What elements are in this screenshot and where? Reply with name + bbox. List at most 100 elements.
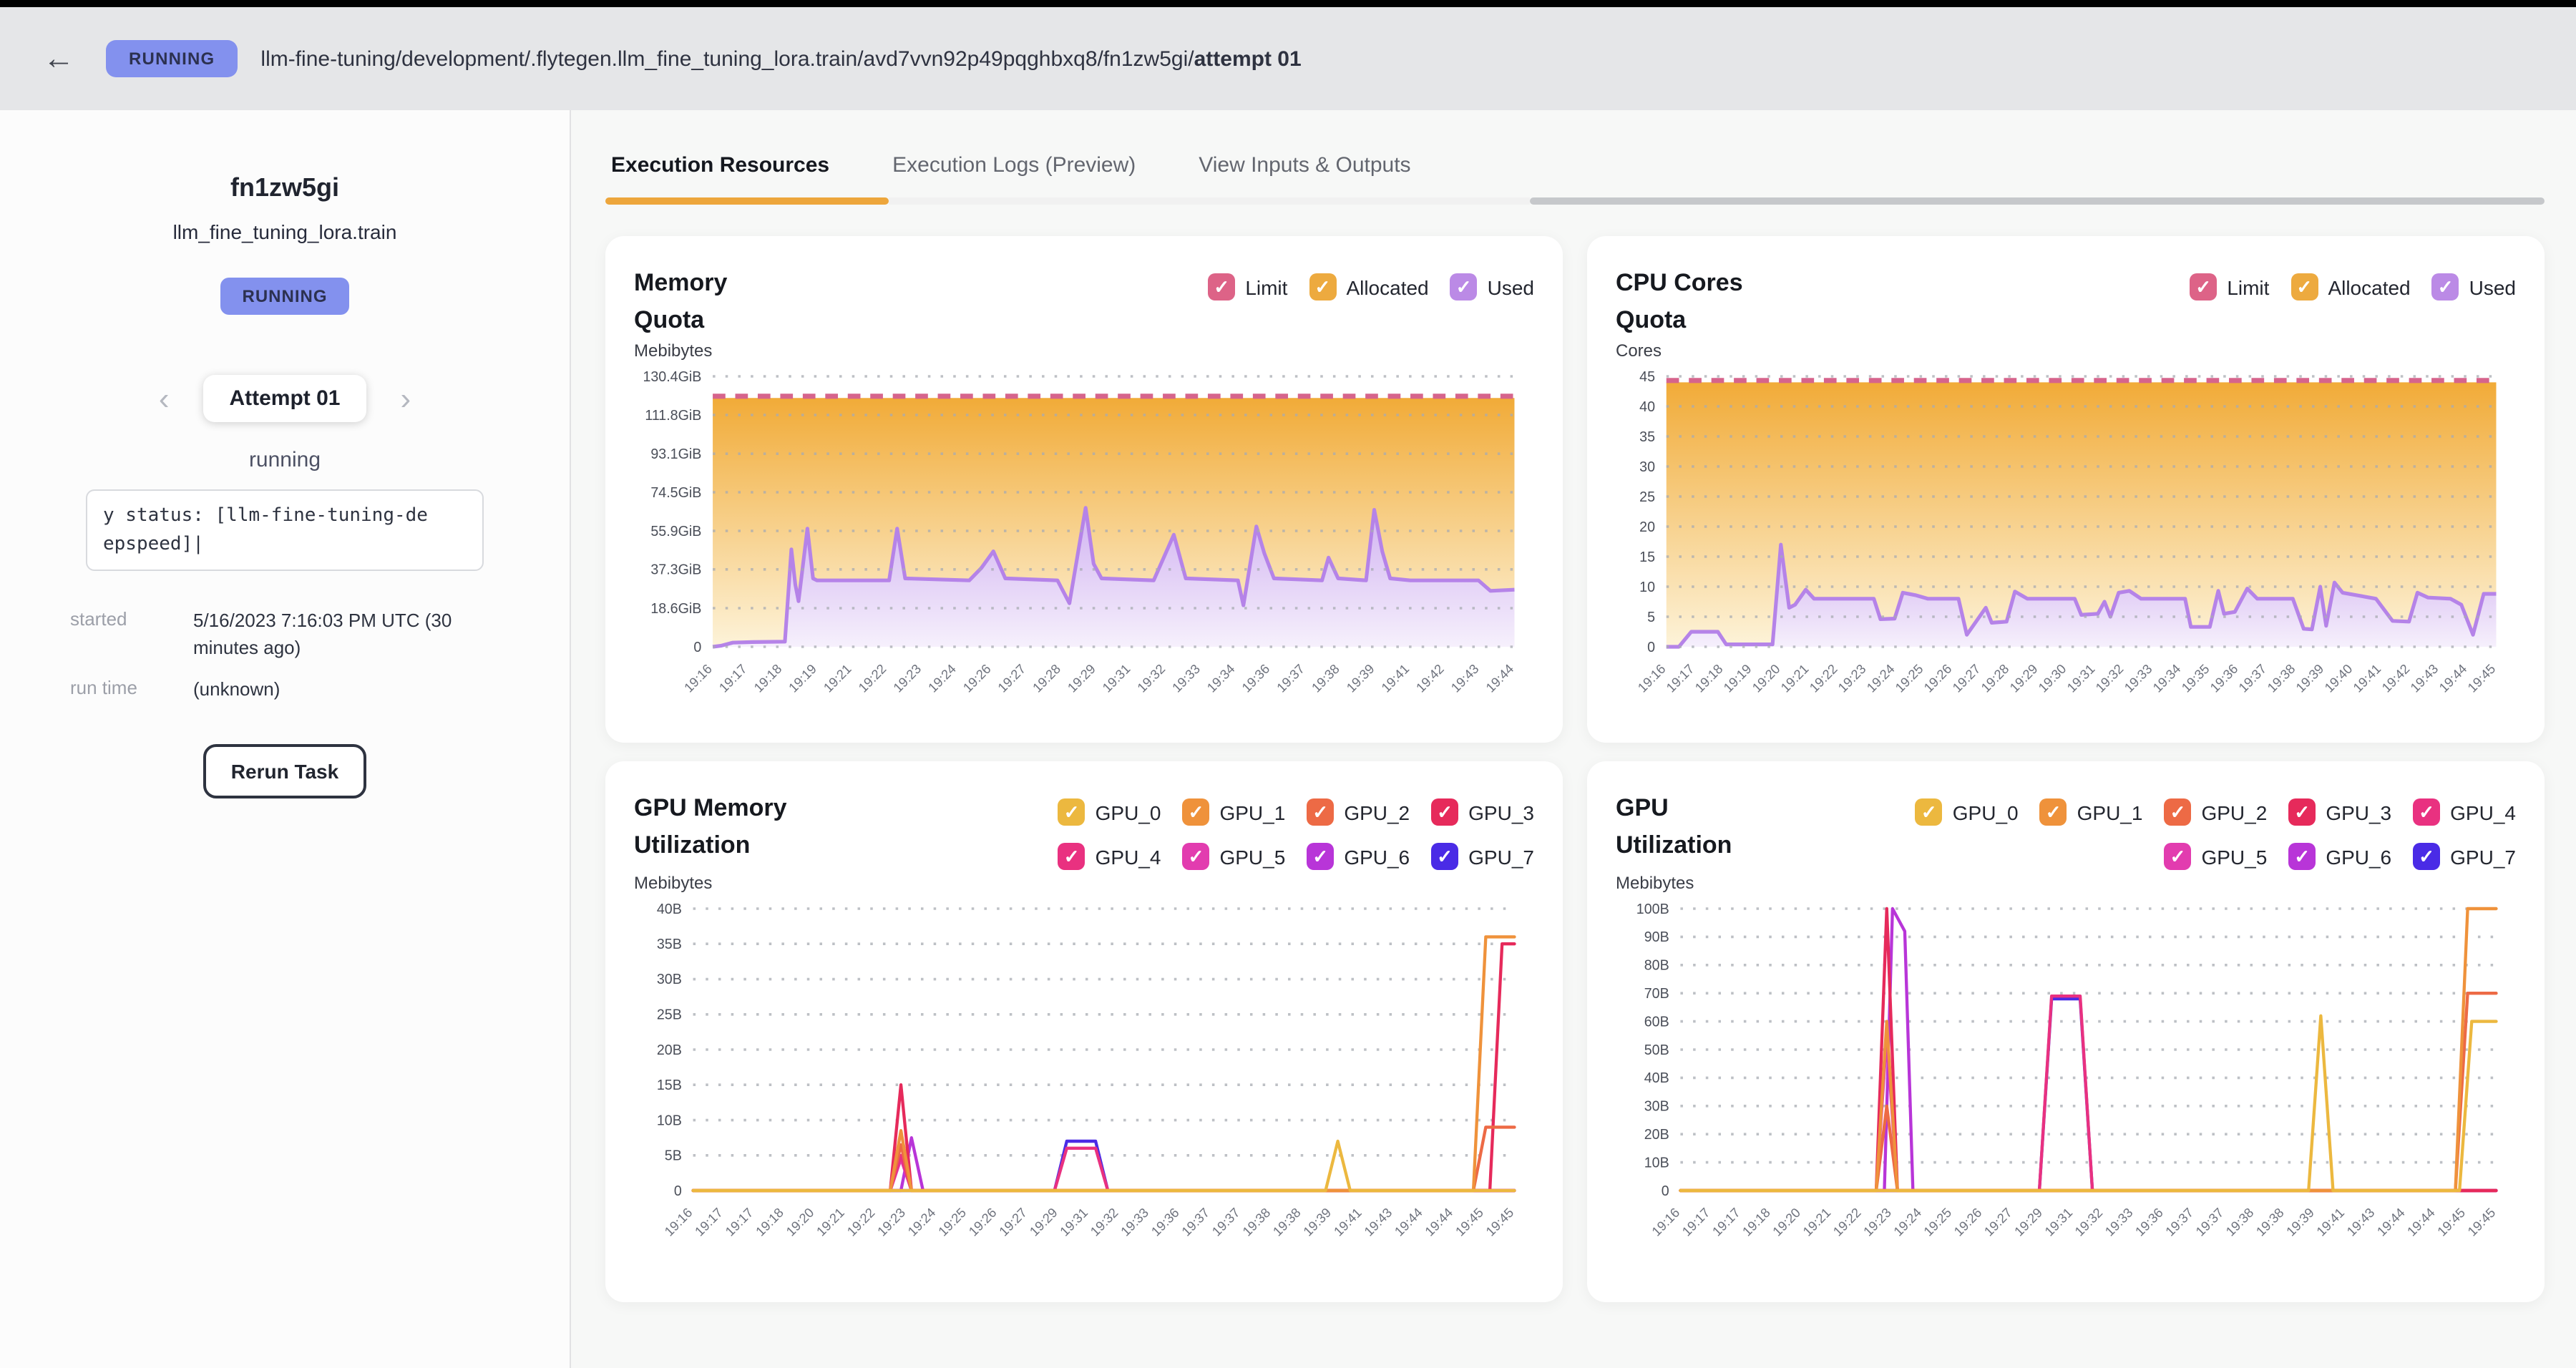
- tab-execution-logs-preview[interactable]: Execution Logs (Preview): [889, 142, 1138, 197]
- rerun-task-button[interactable]: Rerun Task: [204, 743, 366, 798]
- prev-attempt-icon[interactable]: ‹: [150, 380, 178, 417]
- legend-item-gpu-3[interactable]: ✓ GPU_3: [1431, 798, 1534, 826]
- svg-text:19:28: 19:28: [1978, 661, 2011, 695]
- svg-text:19:21: 19:21: [814, 1205, 847, 1239]
- svg-text:55.9GiB: 55.9GiB: [650, 524, 701, 539]
- legend-item-gpu-4[interactable]: ✓GPU_4: [2413, 798, 2516, 826]
- checkbox-checked-icon[interactable]: ✓: [2040, 798, 2067, 826]
- svg-text:19:22: 19:22: [855, 661, 889, 695]
- next-attempt-icon[interactable]: ›: [392, 380, 420, 417]
- legend-item-used[interactable]: ✓Used: [2432, 273, 2516, 301]
- svg-text:10B: 10B: [657, 1113, 682, 1128]
- svg-text:25B: 25B: [657, 1007, 682, 1022]
- legend-item-gpu-6[interactable]: ✓GPU_6: [2288, 843, 2391, 870]
- svg-text:19:32: 19:32: [1087, 1205, 1121, 1239]
- tab-execution-resources[interactable]: Execution Resources: [608, 142, 832, 197]
- svg-text:19:21: 19:21: [1777, 661, 1811, 695]
- header-status-badge: RUNNING: [106, 40, 238, 77]
- svg-text:19:20: 19:20: [1770, 1205, 1803, 1239]
- memory-quota-legend: ✓Limit✓Allocated✓Used: [1208, 273, 1534, 301]
- cpu-cores-quota-unit-label: Cores: [1616, 341, 2516, 361]
- legend-item-gpu-5[interactable]: ✓ GPU_5: [2164, 843, 2267, 870]
- checkbox-checked-icon[interactable]: ✓: [1916, 798, 1943, 826]
- checkbox-checked-icon[interactable]: ✓: [1208, 273, 1235, 301]
- svg-text:19:37: 19:37: [1179, 1205, 1212, 1239]
- checkbox-checked-icon[interactable]: ✓: [1431, 843, 1458, 870]
- legend-item-gpu-3[interactable]: ✓GPU_3: [2288, 798, 2391, 826]
- tab-strip-track: [889, 197, 1530, 205]
- svg-text:19:23: 19:23: [1860, 1205, 1894, 1239]
- checkbox-checked-icon[interactable]: ✓: [2413, 798, 2440, 826]
- cpu-cores-quota-legend: ✓Limit ✓Allocated ✓Used: [2190, 273, 2516, 301]
- legend-label: GPU_3: [1468, 801, 1534, 824]
- cpu-cores-quota-title: CPU CoresQuota: [1616, 265, 1743, 338]
- legend-label: GPU_7: [2450, 845, 2516, 868]
- svg-text:19:24: 19:24: [1890, 1205, 1924, 1239]
- legend-item-allocated[interactable]: ✓Allocated: [1309, 273, 1428, 301]
- svg-text:19:18: 19:18: [753, 1205, 786, 1239]
- checkbox-checked-icon[interactable]: ✓: [1431, 798, 1458, 826]
- legend-item-gpu-4[interactable]: ✓GPU_4: [1058, 843, 1161, 870]
- checkbox-checked-icon[interactable]: ✓: [2288, 843, 2316, 870]
- attempt-pill[interactable]: Attempt 01: [203, 375, 366, 422]
- legend-item-gpu-1[interactable]: ✓GPU_1: [2040, 798, 2143, 826]
- cpu-cores-quota-header: CPU CoresQuota ✓Limit ✓Allocated ✓Used: [1616, 265, 2516, 338]
- checkbox-checked-icon[interactable]: ✓: [2164, 798, 2191, 826]
- tab-strip-scrollbar[interactable]: [1530, 197, 2545, 205]
- svg-text:19:38: 19:38: [2264, 661, 2298, 695]
- checkbox-checked-icon[interactable]: ✓: [1450, 273, 1478, 301]
- svg-text:19:37: 19:37: [2235, 661, 2269, 695]
- svg-text:74.5GiB: 74.5GiB: [650, 485, 701, 501]
- legend-item-gpu-7[interactable]: ✓GPU_7: [1431, 843, 1534, 870]
- svg-text:19:18: 19:18: [1740, 1205, 1773, 1239]
- checkbox-checked-icon[interactable]: ✓: [1309, 273, 1336, 301]
- tab-bar: Execution Resources Execution Logs (Previ…: [605, 142, 2545, 197]
- legend-item-gpu-0[interactable]: ✓GPU_0: [1058, 798, 1161, 826]
- svg-text:30: 30: [1639, 459, 1655, 475]
- tab-view-inputs-outputs[interactable]: View Inputs & Outputs: [1196, 142, 1413, 197]
- checkbox-checked-icon[interactable]: ✓: [1182, 843, 1209, 870]
- legend-item-gpu-2[interactable]: ✓GPU_2: [1307, 798, 1410, 826]
- checkbox-checked-icon[interactable]: ✓: [1307, 798, 1334, 826]
- checkbox-checked-icon[interactable]: ✓: [2290, 273, 2318, 301]
- memory-quota-plot: 018.6GiB37.3GiB55.9GiB74.5GiB93.1GiB111.…: [634, 363, 1534, 713]
- legend-item-used[interactable]: ✓ Used: [1450, 273, 1534, 301]
- svg-text:19:23: 19:23: [890, 661, 924, 695]
- legend-item-gpu-2[interactable]: ✓GPU_2: [2164, 798, 2267, 826]
- svg-text:19:44: 19:44: [1483, 661, 1516, 695]
- legend-item-gpu-7[interactable]: ✓ GPU_7: [2413, 843, 2516, 870]
- legend-item-gpu-1[interactable]: ✓GPU_1: [1182, 798, 1285, 826]
- legend-item-limit[interactable]: ✓Limit: [2190, 273, 2269, 301]
- checkbox-checked-icon[interactable]: ✓: [2413, 843, 2440, 870]
- legend-label: Used: [1488, 275, 1534, 298]
- memory-quota-card: MemoryQuota✓Limit✓Allocated✓UsedMebibyte…: [605, 236, 1563, 743]
- status-log-box[interactable]: y status: [llm-fine-tuning-de epspeed]|: [86, 489, 484, 571]
- checkbox-checked-icon[interactable]: ✓: [1058, 798, 1085, 826]
- legend-item-gpu-0[interactable]: ✓GPU_0: [1916, 798, 2019, 826]
- svg-text:19:16: 19:16: [1649, 1205, 1682, 1239]
- legend-item-allocated[interactable]: ✓Allocated: [2290, 273, 2410, 301]
- legend-item-gpu-5[interactable]: ✓GPU_5: [1182, 843, 1285, 870]
- checkbox-checked-icon[interactable]: ✓: [2164, 843, 2191, 870]
- svg-text:19:38: 19:38: [1270, 1205, 1304, 1239]
- legend-item-gpu-6[interactable]: ✓GPU_6: [1307, 843, 1410, 870]
- svg-text:0: 0: [674, 1183, 682, 1199]
- checkbox-checked-icon[interactable]: ✓: [1307, 843, 1334, 870]
- svg-text:19:45: 19:45: [1483, 1205, 1516, 1239]
- checkbox-checked-icon[interactable]: ✓: [2190, 273, 2217, 301]
- checkbox-checked-icon[interactable]: ✓: [2432, 273, 2459, 301]
- back-arrow-icon[interactable]: ←: [34, 37, 83, 80]
- svg-text:19:42: 19:42: [1413, 661, 1447, 695]
- checkbox-checked-icon[interactable]: ✓: [1182, 798, 1209, 826]
- checkbox-checked-icon[interactable]: ✓: [2288, 798, 2316, 826]
- svg-text:70B: 70B: [1644, 986, 1669, 1002]
- svg-text:19:24: 19:24: [904, 1205, 938, 1239]
- legend-label: GPU_5: [2201, 845, 2267, 868]
- checkbox-checked-icon[interactable]: ✓: [1058, 843, 1085, 870]
- legend-item-limit[interactable]: ✓Limit: [1208, 273, 1287, 301]
- svg-text:19:40: 19:40: [2321, 661, 2355, 695]
- svg-text:19:17: 19:17: [1709, 1205, 1743, 1239]
- svg-text:50B: 50B: [1644, 1042, 1669, 1058]
- svg-text:19:37: 19:37: [2162, 1205, 2196, 1239]
- svg-text:19:32: 19:32: [2092, 661, 2126, 695]
